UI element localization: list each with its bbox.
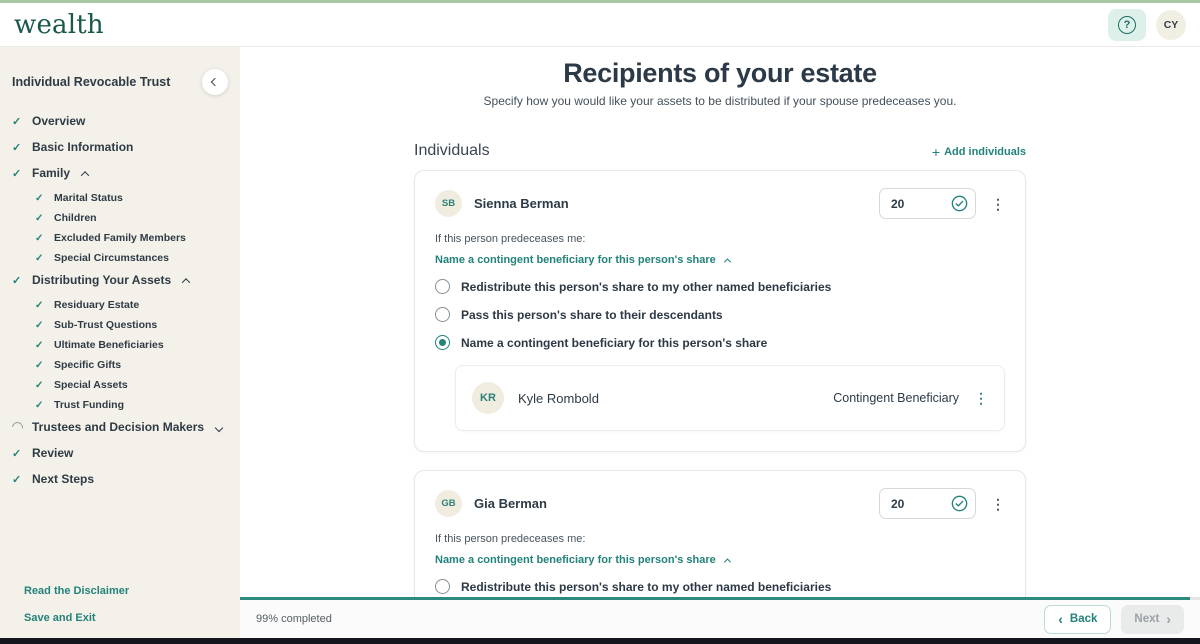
sidebar-item-sub-trust-questions[interactable]: ✓ Sub-Trust Questions [35, 320, 240, 332]
wizard-footer: 99% completed ‹ Back Next › [240, 597, 1200, 638]
app-window: wealth ? CY Individual Revocable Trust ✓… [0, 0, 1200, 644]
check-icon: ✓ [35, 233, 44, 244]
chevron-up-icon [181, 277, 191, 287]
valid-check-icon [951, 195, 968, 212]
beneficiary-name: Sienna Berman [474, 196, 569, 211]
sidebar-item-ultimate-beneficiaries[interactable]: ✓ Ultimate Beneficiaries [35, 340, 240, 352]
progress-bar-fill [240, 597, 1191, 600]
check-icon: ✓ [35, 253, 44, 264]
beneficiary-card-sienna-berman: SB Sienna Berman ⋮ If this person predec… [414, 170, 1026, 452]
add-individuals-button[interactable]: + Add individuals [932, 144, 1026, 160]
predecease-options: Redistribute this person's share to my o… [435, 279, 1005, 350]
avatar: SB [435, 190, 462, 217]
check-icon: ✓ [12, 275, 22, 287]
radio-icon [435, 279, 450, 294]
sidebar-item-distributing-your-assets[interactable]: ✓ Distributing Your Assets [12, 274, 240, 287]
top-bar: wealth ? CY [0, 3, 1200, 47]
avatar: KR [472, 382, 504, 414]
kebab-menu-icon[interactable]: ⋮ [991, 497, 1005, 511]
avatar: GB [435, 490, 462, 517]
chevron-right-icon: › [1166, 611, 1171, 627]
header-actions: ? CY [1108, 8, 1186, 41]
in-progress-icon [9, 419, 26, 436]
help-button[interactable]: ? [1108, 8, 1146, 41]
family-subitems: ✓ Marital Status ✓ Children ✓ Excluded F… [35, 193, 240, 265]
check-icon: ✓ [35, 320, 44, 331]
radio-option-redistribute[interactable]: Redistribute this person's share to my o… [435, 579, 1005, 594]
chevron-left-icon: ‹ [1058, 611, 1063, 627]
radio-option-redistribute[interactable]: Redistribute this person's share to my o… [435, 279, 1005, 294]
check-icon: ✓ [12, 448, 22, 460]
window-bottom-edge [0, 638, 1200, 644]
check-icon: ✓ [35, 340, 44, 351]
main-content: Recipients of your estate Specify how yo… [240, 47, 1200, 638]
save-and-exit-link[interactable]: Save and Exit [24, 612, 129, 624]
kebab-menu-icon[interactable]: ⋮ [991, 197, 1005, 211]
check-icon: ✓ [35, 300, 44, 311]
read-disclaimer-link[interactable]: Read the Disclaimer [24, 585, 129, 597]
contingent-toggle-link[interactable]: Name a contingent beneficiary for this p… [435, 254, 1005, 266]
sidebar-item-next-steps[interactable]: ✓ Next Steps [12, 473, 240, 487]
progress-label: 99% completed [256, 613, 332, 625]
sidebar-item-overview[interactable]: ✓ Overview [12, 115, 240, 129]
contingent-role-label: Contingent Beneficiary [833, 391, 959, 405]
sidebar-item-review[interactable]: ✓ Review [12, 447, 240, 461]
radio-icon [435, 579, 450, 594]
sidebar-item-basic-information[interactable]: ✓ Basic Information [12, 141, 240, 155]
beneficiary-name: Gia Berman [474, 496, 547, 511]
sidebar-collapse-button[interactable] [202, 69, 228, 95]
sidebar-item-children[interactable]: ✓ Children [35, 213, 240, 225]
page-subtitle: Specify how you would like your assets t… [483, 94, 957, 108]
distributing-subitems: ✓ Residuary Estate ✓ Sub-Trust Questions… [35, 300, 240, 412]
sidebar-item-excluded-family-members[interactable]: ✓ Excluded Family Members [35, 233, 240, 245]
check-icon: ✓ [35, 400, 44, 411]
kebab-menu-icon[interactable]: ⋮ [974, 391, 988, 405]
wealth-logo[interactable]: wealth [14, 10, 104, 40]
check-icon: ✓ [35, 360, 44, 371]
page-title: Recipients of your estate [563, 58, 877, 88]
individuals-section-label: Individuals [414, 142, 490, 159]
check-icon: ✓ [12, 142, 22, 154]
chevron-up-icon [723, 557, 731, 565]
valid-check-icon [951, 495, 968, 512]
radio-option-pass-to-descendants[interactable]: Pass this person's share to their descen… [435, 307, 1005, 322]
chevron-up-icon [80, 170, 90, 180]
chevron-up-icon [723, 257, 731, 265]
sidebar-item-special-circumstances[interactable]: ✓ Special Circumstances [35, 253, 240, 265]
progress-bar-track [240, 597, 1200, 600]
back-button[interactable]: ‹ Back [1044, 604, 1112, 634]
sidebar-item-marital-status[interactable]: ✓ Marital Status [35, 193, 240, 205]
plus-icon: + [931, 144, 941, 160]
sidebar-item-trustees-and-decision-makers[interactable]: Trustees and Decision Makers [9, 419, 240, 436]
sidebar-item-specific-gifts[interactable]: ✓ Specific Gifts [35, 360, 240, 372]
radio-option-name-contingent[interactable]: Name a contingent beneficiary for this p… [435, 335, 1005, 350]
trust-steps-nav: ✓ Overview ✓ Basic Information ✓ Family … [9, 115, 240, 487]
sidebar-item-residuary-estate[interactable]: ✓ Residuary Estate [35, 300, 240, 312]
sidebar-footer: Read the Disclaimer Save and Exit [24, 585, 129, 624]
predecease-label: If this person predeceases me: [435, 233, 586, 245]
user-avatar[interactable]: CY [1156, 9, 1186, 40]
check-icon: ✓ [12, 168, 22, 180]
contingent-toggle-link[interactable]: Name a contingent beneficiary for this p… [435, 554, 1005, 566]
chevron-left-icon [210, 77, 220, 87]
chevron-down-icon [214, 423, 224, 432]
predecease-label: If this person predeceases me: [435, 533, 586, 545]
check-icon: ✓ [12, 474, 22, 486]
plan-title: Individual Revocable Trust [12, 75, 171, 89]
sidebar: Individual Revocable Trust ✓ Overview ✓ … [0, 47, 240, 638]
sidebar-item-special-assets[interactable]: ✓ Special Assets [35, 380, 240, 392]
sidebar-item-trust-funding[interactable]: ✓ Trust Funding [35, 400, 240, 412]
next-button[interactable]: Next › [1121, 604, 1184, 634]
check-icon: ✓ [35, 213, 44, 224]
check-icon: ✓ [35, 380, 44, 391]
contingent-beneficiary-card: KR Kyle Rombold Contingent Beneficiary ⋮ [455, 365, 1005, 431]
check-icon: ✓ [12, 116, 22, 128]
radio-selected-icon [435, 335, 450, 350]
check-icon: ✓ [35, 193, 44, 204]
contingent-name: Kyle Rombold [518, 390, 599, 406]
radio-icon [435, 307, 450, 322]
help-icon: ? [1118, 15, 1136, 34]
sidebar-item-family[interactable]: ✓ Family [12, 167, 240, 180]
